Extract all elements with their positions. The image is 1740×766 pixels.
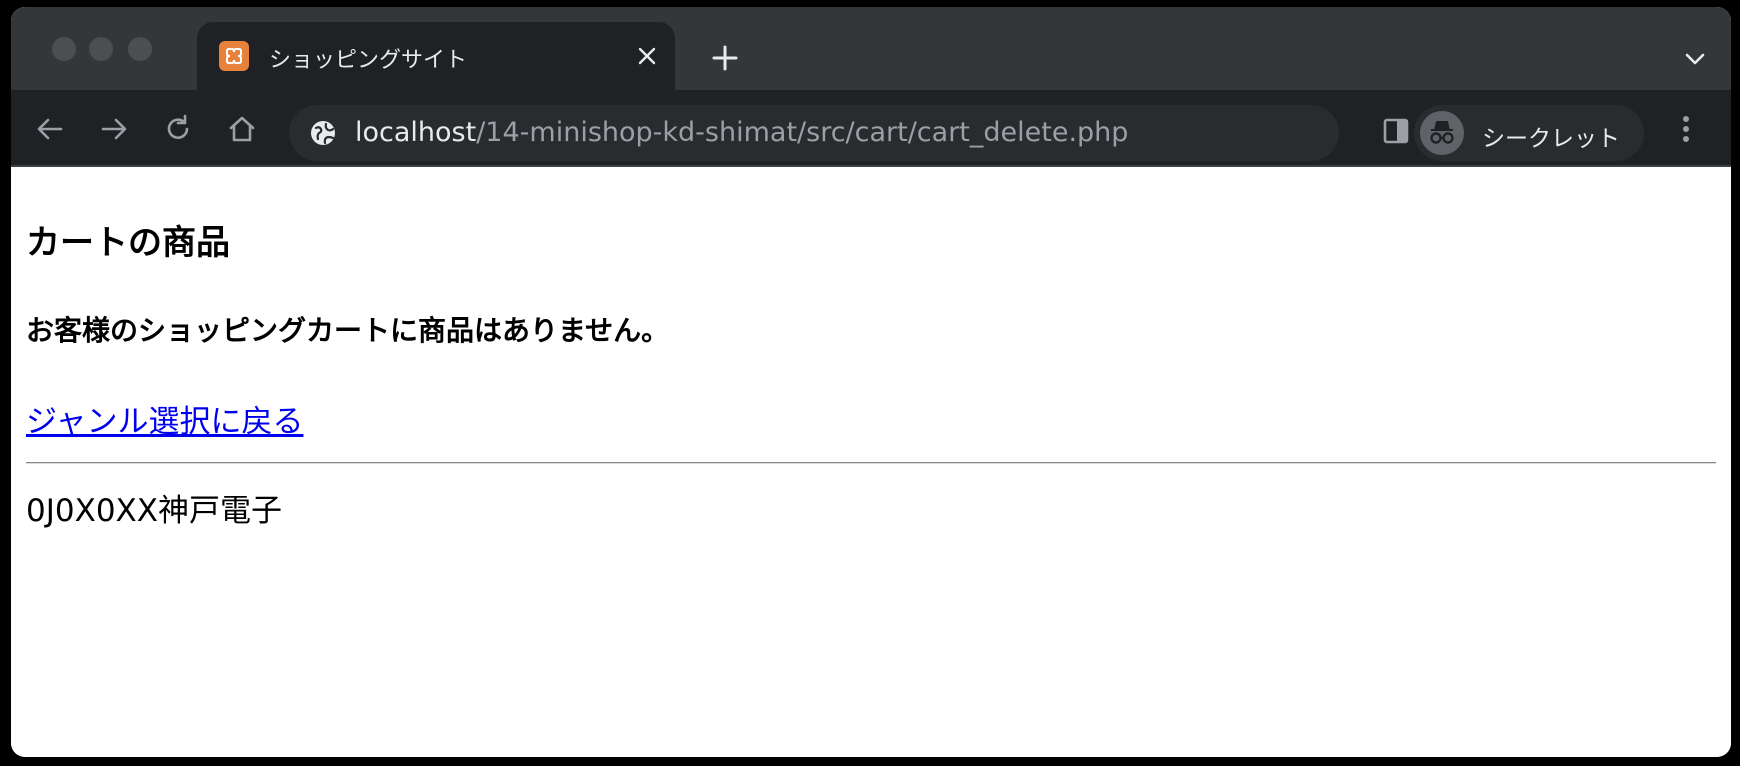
site-info-globe-icon[interactable] — [309, 119, 337, 147]
back-to-genre-link[interactable]: ジャンル選択に戻る — [26, 396, 303, 441]
new-tab-icon[interactable] — [711, 44, 739, 72]
url-path: /14-minishop-kd-shimat/src/cart/cart_del… — [476, 117, 1129, 148]
side-panel-icon[interactable] — [1381, 116, 1411, 146]
back-arrow-icon[interactable] — [35, 114, 65, 144]
page-content: カートの商品 お客様のショッピングカートに商品はありません。 ジャンル選択に戻る… — [11, 167, 1731, 757]
page-title: カートの商品 — [26, 223, 230, 263]
reload-icon[interactable] — [163, 114, 193, 144]
footer-text: 0J0X0XX神戸電子 — [26, 493, 283, 529]
horizontal-rule — [26, 462, 1716, 464]
tab-search-chevron-icon[interactable] — [1683, 49, 1707, 69]
forward-arrow-icon[interactable] — [99, 114, 129, 144]
xampp-icon — [219, 41, 249, 71]
url-host: localhost — [355, 117, 477, 148]
minimize-window-button[interactable] — [89, 37, 113, 61]
incognito-label: シークレット — [1482, 126, 1620, 152]
home-icon[interactable] — [227, 114, 257, 144]
more-menu-icon[interactable] — [1682, 115, 1690, 143]
url-text: localhost/14-minishop-kd-shimat/src/cart… — [355, 117, 1128, 148]
incognito-profile-button[interactable]: シークレット — [1414, 105, 1644, 161]
close-tab-icon[interactable] — [635, 44, 659, 68]
close-window-button[interactable] — [52, 37, 76, 61]
zoom-window-button[interactable] — [128, 37, 152, 61]
incognito-icon — [1420, 111, 1464, 155]
tab-title: ショッピングサイト — [269, 48, 468, 73]
browser-window: ショッピングサイト localhost/14-minishop-kd-shima… — [11, 7, 1731, 757]
tab-strip: ショッピングサイト — [11, 7, 1731, 90]
active-tab[interactable]: ショッピングサイト — [197, 22, 675, 90]
address-bar[interactable]: localhost/14-minishop-kd-shimat/src/cart… — [289, 105, 1339, 161]
empty-cart-message: お客様のショッピングカートに商品はありません。 — [26, 314, 670, 347]
browser-toolbar: localhost/14-minishop-kd-shimat/src/cart… — [11, 90, 1731, 165]
